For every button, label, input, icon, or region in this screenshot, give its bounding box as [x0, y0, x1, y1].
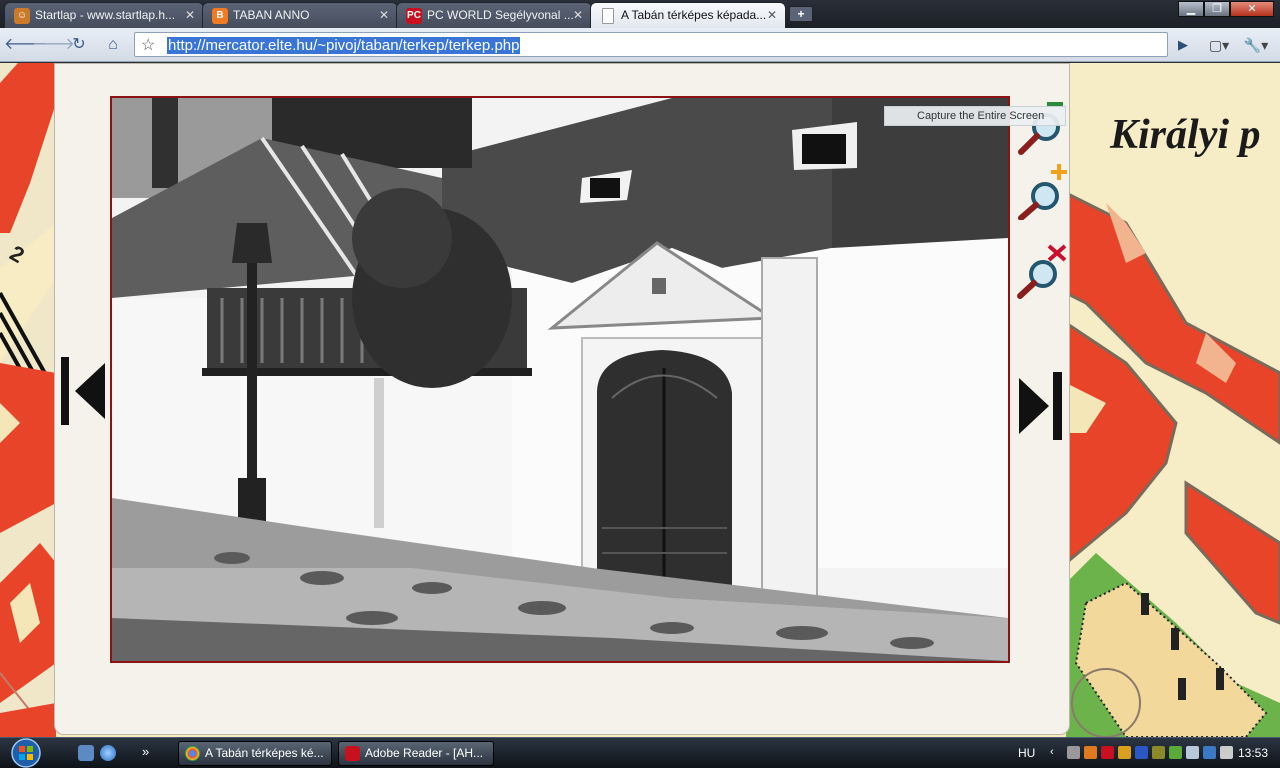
browser-toolbar: 🡐 🡒 ↻ ⌂ ☆ http://mercator.elte.hu/~pivoj…: [0, 28, 1280, 62]
pcworld-icon: PC: [406, 8, 422, 24]
close-icon[interactable]: ✕: [379, 3, 389, 27]
adobe-reader-icon: [345, 746, 360, 761]
task-label: A Tabán térképes ké...: [205, 746, 324, 760]
prev-arrow-icon[interactable]: [59, 355, 107, 430]
start-button[interactable]: [4, 738, 48, 768]
close-icon[interactable]: ✕: [767, 3, 777, 27]
close-window-icon[interactable]: ✕: [1230, 1, 1274, 17]
tab-title: TABAN ANNO: [233, 8, 310, 22]
network-icon[interactable]: [1067, 746, 1080, 759]
mail-icon[interactable]: [1135, 746, 1148, 759]
tray-icons: ‹: [1050, 746, 1233, 759]
show-desktop-icon[interactable]: [78, 745, 94, 761]
tab-startlap[interactable]: ☺ Startlap - www.startlap.h... ✕: [4, 2, 204, 28]
tab-pcworld[interactable]: PC PC WORLD Segélyvonal ... ✕: [396, 2, 592, 28]
page-content: 2 Királyi p Capture the Entire Screen: [0, 63, 1280, 737]
close-icon[interactable]: ✕: [573, 3, 583, 27]
back-icon[interactable]: 🡐: [4, 32, 47, 58]
chrome-icon: [185, 746, 200, 761]
wrench-icon[interactable]: 🔧▾: [1240, 32, 1272, 58]
address-bar[interactable]: ☆ http://mercator.elte.hu/~pivoj/taban/t…: [134, 32, 1168, 57]
close-icon[interactable]: ✕: [185, 3, 195, 27]
startlap-icon: ☺: [14, 8, 30, 24]
connection-icon[interactable]: [1203, 746, 1216, 759]
zoom-close-icon[interactable]: [1017, 242, 1069, 300]
blogger-icon: B: [212, 8, 228, 24]
tab-title: PC WORLD Segélyvonal ...: [427, 8, 574, 22]
tab-title: Startlap - www.startlap.h...: [35, 8, 176, 22]
security-icon[interactable]: [1084, 746, 1097, 759]
ie-icon[interactable]: [100, 745, 116, 761]
update-icon[interactable]: [1169, 746, 1182, 759]
task-adobe-reader[interactable]: Adobe Reader - [AH...: [338, 741, 494, 766]
map-label: Királyi p: [1109, 112, 1261, 158]
clock[interactable]: 13:53: [1238, 746, 1268, 760]
usb-icon[interactable]: [1152, 746, 1165, 759]
zoom-in-icon[interactable]: [1017, 162, 1069, 221]
go-icon[interactable]: ▶: [1170, 32, 1196, 58]
page-menu-icon[interactable]: ▢▾: [1204, 32, 1234, 58]
forward-icon[interactable]: 🡒: [32, 32, 75, 58]
tab-title: A Tabán térképes képada...: [621, 8, 767, 22]
system-tray: HU ‹ 13:53: [1010, 738, 1280, 768]
next-arrow-icon[interactable]: [1017, 370, 1069, 445]
page-icon: [602, 8, 614, 24]
maximize-icon[interactable]: ❐: [1204, 1, 1230, 17]
language-indicator[interactable]: HU: [1018, 746, 1035, 760]
capture-screen-tooltip: Capture the Entire Screen: [884, 106, 1066, 126]
map-right-strip[interactable]: Királyi p: [1066, 63, 1280, 737]
sync-icon[interactable]: [1186, 746, 1199, 759]
task-chrome[interactable]: A Tabán térképes ké...: [178, 741, 332, 766]
tab-taban-anno[interactable]: B TABAN ANNO ✕: [202, 2, 398, 28]
quick-launch: »: [78, 745, 149, 761]
star-icon[interactable]: ☆: [141, 35, 155, 55]
tab-taban-map[interactable]: A Tabán térképes képada... ✕: [590, 2, 786, 28]
new-tab-button[interactable]: +: [789, 6, 813, 22]
tab-strip: ☺ Startlap - www.startlap.h... ✕ B TABAN…: [0, 0, 1280, 28]
windows-taskbar: » A Tabán térképes ké... Adobe Reader - …: [0, 737, 1280, 768]
reload-icon[interactable]: ↻: [66, 32, 92, 58]
url-input[interactable]: http://mercator.elte.hu/~pivoj/taban/ter…: [167, 37, 521, 54]
audio-driver-icon[interactable]: [1118, 746, 1131, 759]
minimize-icon[interactable]: ▁: [1178, 1, 1204, 17]
task-label: Adobe Reader - [AH...: [365, 746, 484, 760]
historic-photo: [110, 96, 1010, 663]
volume-icon[interactable]: [1220, 746, 1233, 759]
window-controls: ▁ ❐ ✕: [1178, 1, 1274, 17]
home-icon[interactable]: ⌂: [100, 32, 126, 58]
antivirus-icon[interactable]: [1101, 746, 1114, 759]
map-left-strip[interactable]: 2: [0, 63, 56, 737]
tray-expand-icon[interactable]: ‹: [1050, 746, 1063, 759]
overflow-icon[interactable]: »: [142, 745, 149, 761]
photo-viewer-panel: Capture the Entire Screen: [54, 63, 1070, 735]
